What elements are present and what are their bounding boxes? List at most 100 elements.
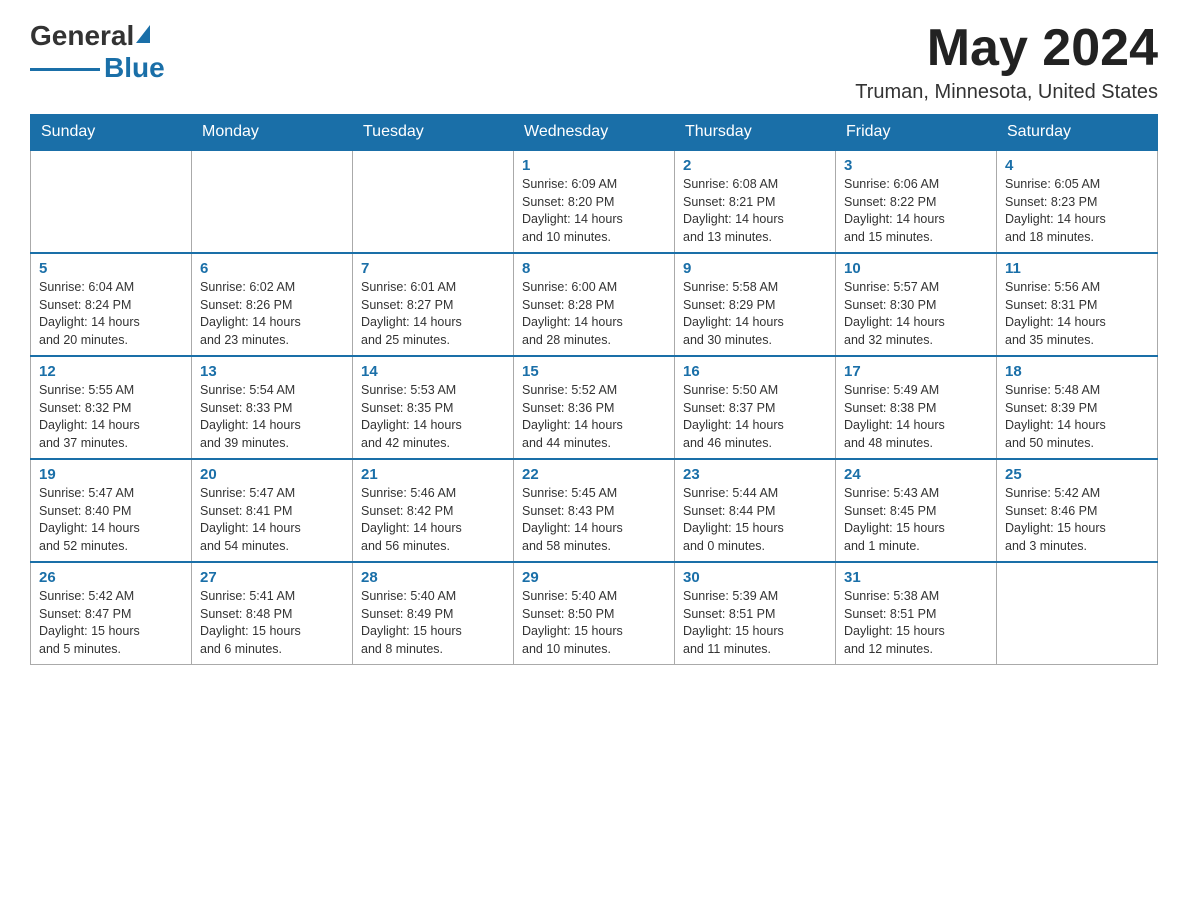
calendar-cell: 19 Sunrise: 5:47 AM Sunset: 8:40 PM Dayli… [31, 459, 192, 562]
day-info: Sunrise: 5:45 AM Sunset: 8:43 PM Dayligh… [522, 485, 666, 555]
day-number: 15 [522, 363, 666, 380]
day-number: 31 [844, 569, 988, 586]
calendar-cell: 14 Sunrise: 5:53 AM Sunset: 8:35 PM Dayli… [353, 356, 514, 459]
day-number: 25 [1005, 466, 1149, 483]
calendar-cell: 28 Sunrise: 5:40 AM Sunset: 8:49 PM Dayli… [353, 562, 514, 665]
day-number: 1 [522, 157, 666, 174]
day-info: Sunrise: 5:44 AM Sunset: 8:44 PM Dayligh… [683, 485, 827, 555]
title-area: May 2024 Truman, Minnesota, United State… [855, 20, 1158, 104]
day-number: 4 [1005, 157, 1149, 174]
day-number: 14 [361, 363, 505, 380]
calendar-cell: 23 Sunrise: 5:44 AM Sunset: 8:44 PM Dayli… [675, 459, 836, 562]
day-number: 2 [683, 157, 827, 174]
day-info: Sunrise: 5:42 AM Sunset: 8:46 PM Dayligh… [1005, 485, 1149, 555]
month-title: May 2024 [855, 20, 1158, 77]
day-info: Sunrise: 5:48 AM Sunset: 8:39 PM Dayligh… [1005, 382, 1149, 452]
day-number: 8 [522, 260, 666, 277]
day-info: Sunrise: 5:40 AM Sunset: 8:50 PM Dayligh… [522, 588, 666, 658]
calendar-cell: 6 Sunrise: 6:02 AM Sunset: 8:26 PM Daylig… [192, 253, 353, 356]
calendar-cell: 29 Sunrise: 5:40 AM Sunset: 8:50 PM Dayli… [514, 562, 675, 665]
day-info: Sunrise: 5:58 AM Sunset: 8:29 PM Dayligh… [683, 279, 827, 349]
day-number: 17 [844, 363, 988, 380]
calendar-cell: 24 Sunrise: 5:43 AM Sunset: 8:45 PM Dayli… [836, 459, 997, 562]
day-info: Sunrise: 6:05 AM Sunset: 8:23 PM Dayligh… [1005, 176, 1149, 246]
day-info: Sunrise: 5:39 AM Sunset: 8:51 PM Dayligh… [683, 588, 827, 658]
day-number: 19 [39, 466, 183, 483]
day-info: Sunrise: 5:55 AM Sunset: 8:32 PM Dayligh… [39, 382, 183, 452]
calendar-cell: 26Sunrise: 5:42 AM Sunset: 8:47 PM Dayli… [31, 562, 192, 665]
day-of-week-header: Monday [192, 115, 353, 151]
calendar-cell: 5 Sunrise: 6:04 AM Sunset: 8:24 PM Daylig… [31, 253, 192, 356]
day-number: 16 [683, 363, 827, 380]
day-number: 11 [1005, 260, 1149, 277]
logo: General Blue [30, 20, 165, 84]
day-info: Sunrise: 5:50 AM Sunset: 8:37 PM Dayligh… [683, 382, 827, 452]
day-number: 24 [844, 466, 988, 483]
logo-underline [30, 68, 100, 71]
calendar-cell: 18Sunrise: 5:48 AM Sunset: 8:39 PM Dayli… [997, 356, 1158, 459]
calendar-cell: 13Sunrise: 5:54 AM Sunset: 8:33 PM Dayli… [192, 356, 353, 459]
logo-triangle-icon [136, 25, 150, 43]
day-number: 9 [683, 260, 827, 277]
calendar-cell [31, 150, 192, 253]
day-info: Sunrise: 5:42 AM Sunset: 8:47 PM Dayligh… [39, 588, 183, 658]
calendar-cell: 22 Sunrise: 5:45 AM Sunset: 8:43 PM Dayli… [514, 459, 675, 562]
calendar-cell [353, 150, 514, 253]
calendar-week-row: 26Sunrise: 5:42 AM Sunset: 8:47 PM Dayli… [31, 562, 1158, 665]
day-number: 3 [844, 157, 988, 174]
day-number: 29 [522, 569, 666, 586]
page-header: General Blue May 2024 Truman, Minnesota,… [30, 20, 1158, 104]
day-info: Sunrise: 5:43 AM Sunset: 8:45 PM Dayligh… [844, 485, 988, 555]
day-number: 12 [39, 363, 183, 380]
day-info: Sunrise: 5:41 AM Sunset: 8:48 PM Dayligh… [200, 588, 344, 658]
calendar-cell: 1 Sunrise: 6:09 AM Sunset: 8:20 PM Daylig… [514, 150, 675, 253]
day-number: 5 [39, 260, 183, 277]
day-info: Sunrise: 6:04 AM Sunset: 8:24 PM Dayligh… [39, 279, 183, 349]
calendar-cell: 15 Sunrise: 5:52 AM Sunset: 8:36 PM Dayli… [514, 356, 675, 459]
calendar-cell: 2 Sunrise: 6:08 AM Sunset: 8:21 PM Daylig… [675, 150, 836, 253]
calendar-cell: 21 Sunrise: 5:46 AM Sunset: 8:42 PM Dayli… [353, 459, 514, 562]
day-info: Sunrise: 6:02 AM Sunset: 8:26 PM Dayligh… [200, 279, 344, 349]
day-info: Sunrise: 5:53 AM Sunset: 8:35 PM Dayligh… [361, 382, 505, 452]
day-number: 7 [361, 260, 505, 277]
calendar-cell [192, 150, 353, 253]
calendar-cell: 12 Sunrise: 5:55 AM Sunset: 8:32 PM Dayli… [31, 356, 192, 459]
calendar-cell: 3Sunrise: 6:06 AM Sunset: 8:22 PM Daylig… [836, 150, 997, 253]
day-info: Sunrise: 5:38 AM Sunset: 8:51 PM Dayligh… [844, 588, 988, 658]
day-info: Sunrise: 6:01 AM Sunset: 8:27 PM Dayligh… [361, 279, 505, 349]
day-number: 6 [200, 260, 344, 277]
calendar-week-row: 12 Sunrise: 5:55 AM Sunset: 8:32 PM Dayli… [31, 356, 1158, 459]
calendar-cell: 7 Sunrise: 6:01 AM Sunset: 8:27 PM Daylig… [353, 253, 514, 356]
calendar-cell: 30 Sunrise: 5:39 AM Sunset: 8:51 PM Dayli… [675, 562, 836, 665]
day-info: Sunrise: 6:09 AM Sunset: 8:20 PM Dayligh… [522, 176, 666, 246]
day-number: 30 [683, 569, 827, 586]
day-info: Sunrise: 6:00 AM Sunset: 8:28 PM Dayligh… [522, 279, 666, 349]
day-number: 21 [361, 466, 505, 483]
calendar-cell: 9 Sunrise: 5:58 AM Sunset: 8:29 PM Daylig… [675, 253, 836, 356]
day-number: 23 [683, 466, 827, 483]
calendar-cell: 11Sunrise: 5:56 AM Sunset: 8:31 PM Dayli… [997, 253, 1158, 356]
day-of-week-header: Wednesday [514, 115, 675, 151]
day-number: 20 [200, 466, 344, 483]
calendar-week-row: 19 Sunrise: 5:47 AM Sunset: 8:40 PM Dayli… [31, 459, 1158, 562]
location-text: Truman, Minnesota, United States [855, 81, 1158, 104]
day-info: Sunrise: 5:40 AM Sunset: 8:49 PM Dayligh… [361, 588, 505, 658]
day-number: 22 [522, 466, 666, 483]
day-info: Sunrise: 5:52 AM Sunset: 8:36 PM Dayligh… [522, 382, 666, 452]
calendar-cell [997, 562, 1158, 665]
day-of-week-header: Sunday [31, 115, 192, 151]
day-info: Sunrise: 5:47 AM Sunset: 8:41 PM Dayligh… [200, 485, 344, 555]
day-info: Sunrise: 5:57 AM Sunset: 8:30 PM Dayligh… [844, 279, 988, 349]
calendar-cell: 27Sunrise: 5:41 AM Sunset: 8:48 PM Dayli… [192, 562, 353, 665]
calendar-cell: 20 Sunrise: 5:47 AM Sunset: 8:41 PM Dayli… [192, 459, 353, 562]
calendar-cell: 8 Sunrise: 6:00 AM Sunset: 8:28 PM Daylig… [514, 253, 675, 356]
calendar-table: SundayMondayTuesdayWednesdayThursdayFrid… [30, 114, 1158, 665]
calendar-cell: 16 Sunrise: 5:50 AM Sunset: 8:37 PM Dayli… [675, 356, 836, 459]
day-info: Sunrise: 6:08 AM Sunset: 8:21 PM Dayligh… [683, 176, 827, 246]
calendar-week-row: 1 Sunrise: 6:09 AM Sunset: 8:20 PM Daylig… [31, 150, 1158, 253]
day-of-week-header: Tuesday [353, 115, 514, 151]
day-number: 28 [361, 569, 505, 586]
day-info: Sunrise: 5:46 AM Sunset: 8:42 PM Dayligh… [361, 485, 505, 555]
day-info: Sunrise: 5:47 AM Sunset: 8:40 PM Dayligh… [39, 485, 183, 555]
day-number: 10 [844, 260, 988, 277]
